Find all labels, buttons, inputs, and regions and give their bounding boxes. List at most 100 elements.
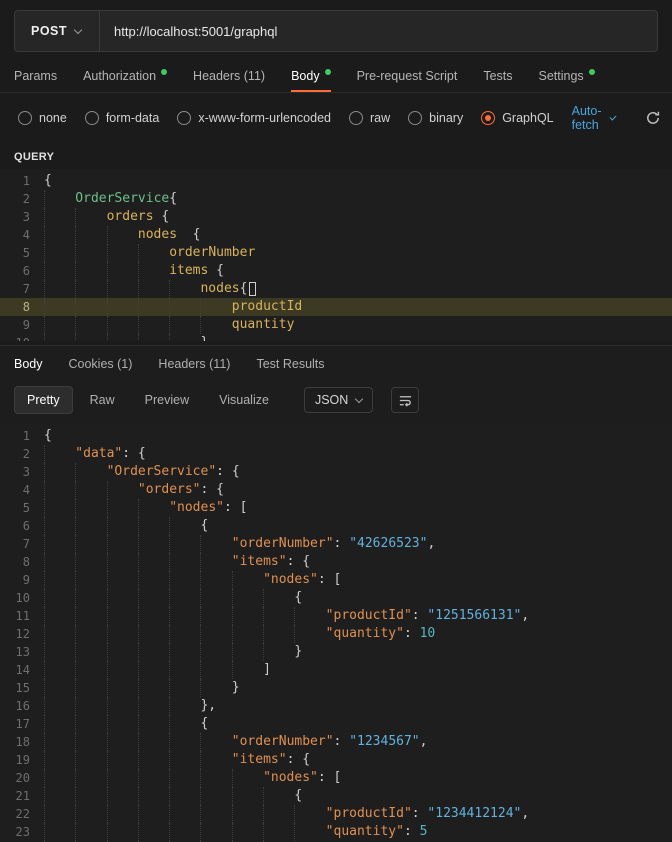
code-line: 3"OrderService": { [0, 463, 672, 481]
code-token: "data" [75, 445, 122, 463]
code-token: "1234567" [349, 733, 419, 751]
code-line: 5"nodes": [ [0, 499, 672, 517]
indent-guide [44, 697, 75, 715]
code-line: 10{ [0, 589, 672, 607]
code-line: 12"quantity": 10 [0, 625, 672, 643]
indent-guide [169, 517, 200, 535]
indent-guide [232, 607, 263, 625]
request-tab-headers-11[interactable]: Headers (11) [193, 58, 265, 92]
url-input[interactable]: http://localhost:5001/graphql [100, 24, 657, 39]
modified-dot [325, 69, 331, 75]
request-tab-settings[interactable]: Settings [539, 58, 595, 92]
view-tab-visualize[interactable]: Visualize [206, 386, 282, 414]
line-number: 20 [0, 769, 44, 787]
query-editor[interactable]: 1{2OrderService{3orders {4nodes {5orderN… [0, 169, 672, 341]
indent-guide [44, 553, 75, 571]
indent-guide [75, 733, 106, 751]
indent-guide [169, 316, 200, 334]
response-body-viewer[interactable]: 1{2"data": {3"OrderService": {4"orders":… [0, 424, 672, 842]
code-token: , [420, 733, 428, 751]
indent-guide [44, 262, 75, 280]
indent-guide [200, 805, 231, 823]
line-number: 9 [0, 316, 44, 334]
line-number: 12 [0, 625, 44, 643]
indent-guide [138, 679, 169, 697]
indent-guide [200, 298, 231, 316]
view-tab-pretty[interactable]: Pretty [14, 386, 73, 414]
code-token: } [232, 679, 240, 697]
view-tab-raw[interactable]: Raw [77, 386, 128, 414]
indent-guide [44, 208, 75, 226]
indent-guide [169, 697, 200, 715]
indent-guide [44, 280, 75, 298]
line-number: 10 [0, 334, 44, 341]
text-cursor [249, 282, 256, 296]
wrap-line-button[interactable] [391, 387, 419, 413]
indent-guide [107, 607, 138, 625]
indent-guide [138, 535, 169, 553]
response-tab-test-results[interactable]: Test Results [256, 346, 324, 382]
indent-guide [107, 751, 138, 769]
tab-label: Cookies (1) [69, 357, 133, 371]
body-type-none[interactable]: none [18, 111, 67, 125]
response-tab-headers-11[interactable]: Headers (11) [158, 346, 230, 382]
auto-fetch-label: Auto-fetch [572, 104, 604, 132]
body-type-raw[interactable]: raw [349, 111, 390, 125]
format-select[interactable]: JSON [304, 387, 373, 413]
body-type-form-data[interactable]: form-data [85, 111, 160, 125]
code-token: : { [216, 463, 239, 481]
code-token: "productId" [326, 607, 412, 625]
indent-guide [232, 661, 263, 679]
indent-guide [263, 589, 294, 607]
auto-fetch-dropdown[interactable]: Auto-fetch [572, 104, 615, 132]
code-token: : [ [318, 769, 341, 787]
indent-guide [75, 643, 106, 661]
line-number: 10 [0, 589, 44, 607]
code-token: { [200, 517, 208, 535]
indent-guide [138, 625, 169, 643]
request-tab-body[interactable]: Body [291, 58, 331, 92]
code-token: } [200, 334, 208, 341]
indent-guide [107, 298, 138, 316]
body-type-binary[interactable]: binary [408, 111, 463, 125]
indent-guide [138, 805, 169, 823]
indent-guide [44, 298, 75, 316]
body-type-x-www-form-urlencoded[interactable]: x-www-form-urlencoded [177, 111, 331, 125]
line-number: 3 [0, 208, 44, 226]
line-number: 23 [0, 823, 44, 841]
indent-guide [200, 661, 231, 679]
refresh-schema-button[interactable] [645, 110, 661, 126]
indent-guide [44, 316, 75, 334]
indent-guide [169, 733, 200, 751]
line-number: 2 [0, 190, 44, 208]
line-number: 4 [0, 481, 44, 499]
indent-guide [232, 589, 263, 607]
request-tab-pre-request-script[interactable]: Pre-request Script [357, 58, 458, 92]
indent-guide [232, 769, 263, 787]
indent-guide [44, 499, 75, 517]
method-selector[interactable]: POST [15, 11, 99, 51]
request-tab-params[interactable]: Params [14, 58, 57, 92]
code-line: 5orderNumber [0, 244, 672, 262]
response-tab-body[interactable]: Body [14, 346, 43, 382]
request-tab-authorization[interactable]: Authorization [83, 58, 167, 92]
indent-guide [169, 553, 200, 571]
body-type-graphql[interactable]: GraphQL [481, 111, 553, 125]
code-line: 8productId [0, 298, 672, 316]
radio-icon [18, 111, 32, 125]
indent-guide [44, 733, 75, 751]
indent-guide [107, 697, 138, 715]
indent-guide [169, 823, 200, 841]
code-token: productId [232, 298, 302, 316]
view-tab-preview[interactable]: Preview [132, 386, 202, 414]
response-tab-cookies-1[interactable]: Cookies (1) [69, 346, 133, 382]
code-line: 14] [0, 661, 672, 679]
code-line: 1{ [0, 172, 672, 190]
indent-guide [232, 787, 263, 805]
indent-guide [107, 262, 138, 280]
code-line: 1{ [0, 427, 672, 445]
line-number: 11 [0, 607, 44, 625]
code-line: 18"orderNumber": "1234567", [0, 733, 672, 751]
request-tab-tests[interactable]: Tests [483, 58, 512, 92]
indent-guide [138, 715, 169, 733]
